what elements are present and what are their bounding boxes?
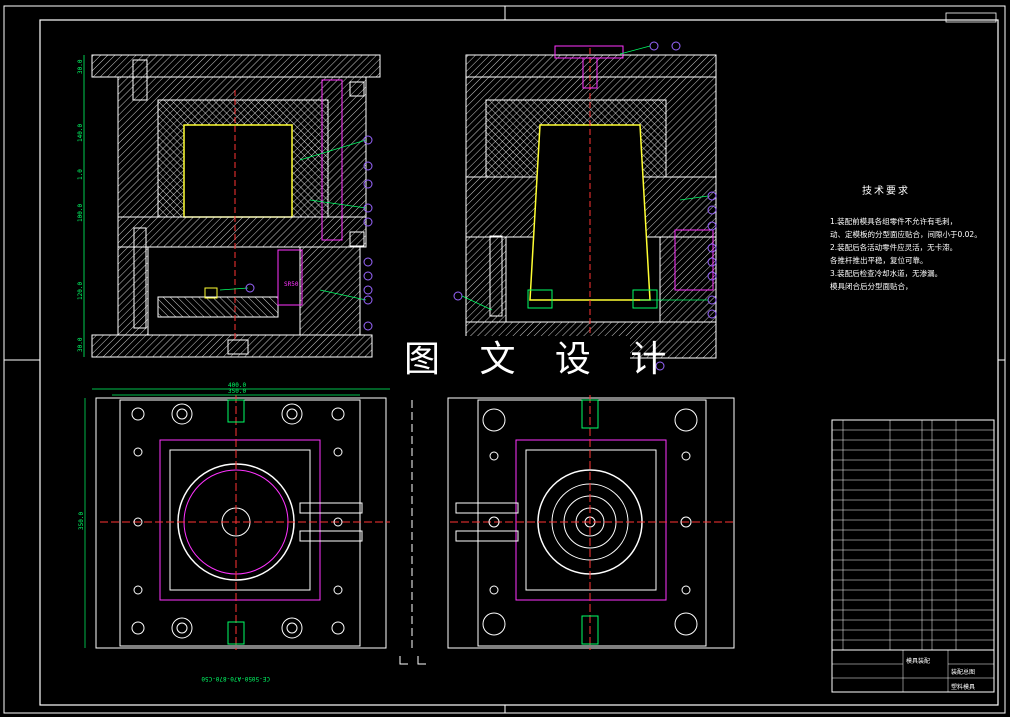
dim-label: 140.0 — [77, 124, 84, 142]
plan-view-left: 400.0 350.0 350.0 CE-5050-A70-870-C50 — [78, 382, 390, 682]
note-line: 3.装配后检查冷却水道，无渗漏。 — [830, 269, 943, 278]
note-line: 模具闭合后分型面贴合， — [830, 282, 913, 291]
dim-label: 120.0 — [77, 282, 84, 300]
note-line: 各推杆推出平稳，复位可靠。 — [830, 256, 928, 265]
section-view-right — [453, 41, 717, 371]
parts-list — [831, 419, 995, 693]
dim-label: 1.0 — [77, 169, 84, 180]
notes-title: 技术要求 — [862, 186, 910, 197]
title-block-bottom-label: 塑料模具 — [951, 684, 976, 691]
svg-text:SR50: SR50 — [284, 281, 299, 288]
rotated-code: CE-5050-A70-870-C50 — [201, 675, 270, 682]
title-block-center-label: 模具装配 — [906, 658, 931, 665]
note-line: 动、定模板的分型面应贴合，间隙小于0.02。 — [830, 230, 982, 239]
dim-label: 30.0 — [77, 59, 84, 74]
dim-label: 100.0 — [77, 204, 84, 222]
technical-notes: 1.装配前模具各组零件不允许有毛刺， 动、定模板的分型面应贴合，间隙小于0.02… — [830, 215, 1000, 293]
watermark-text: 图 文 设 计 — [404, 339, 681, 380]
title-block-right-label: 装配总图 — [951, 669, 976, 676]
dim-width-inner: 350.0 — [228, 388, 246, 395]
section-view-left: 30.0 140.0 1.0 100.0 120.0 30.0 SR50 — [77, 54, 381, 358]
corner-tag — [945, 12, 997, 23]
note-line: 1.装配前模具各组零件不允许有毛刺， — [830, 217, 958, 226]
dim-label: 30.0 — [77, 337, 84, 352]
dim-height: 350.0 — [78, 512, 85, 530]
plan-view-right — [411, 395, 735, 650]
note-line: 2.装配后各活动零件应灵活，无卡滞。 — [830, 243, 958, 252]
